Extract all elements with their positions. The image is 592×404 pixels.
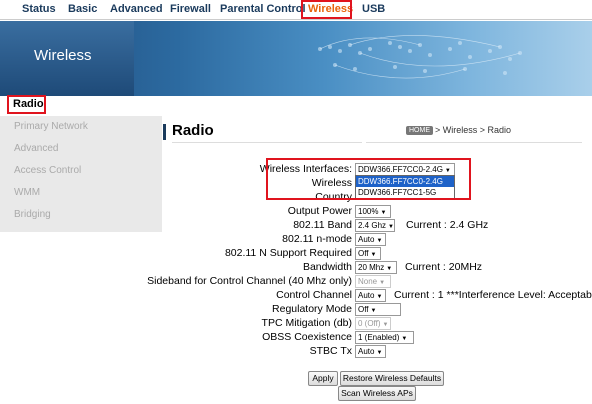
sidebar-item-bridging[interactable]: Bridging (14, 209, 51, 220)
bandwidth-current: Current : 20MHz (405, 261, 483, 273)
band-select[interactable]: 2.4 Ghz ▼ (355, 219, 395, 232)
control-channel-select[interactable]: Auto ▼ (355, 289, 386, 302)
page-title: Radio (172, 122, 214, 139)
sidebar-item-advanced[interactable]: Advanced (14, 143, 58, 154)
title-accent-bar (163, 124, 166, 140)
stbc-tx-select[interactable]: Auto ▼ (355, 345, 386, 358)
top-nav: Status Basic Advanced Firewall Parental … (0, 0, 592, 20)
output-power-select[interactable]: 100% ▼ (355, 205, 391, 218)
highlight-box-radio (7, 95, 46, 114)
n-support-select[interactable]: Off ▼ (355, 247, 381, 260)
apply-button[interactable]: Apply (308, 371, 338, 386)
regulatory-mode-label: Regulatory Mode (272, 303, 352, 315)
regulatory-mode-select[interactable]: Off ▼ (355, 303, 401, 316)
world-map-graphic (318, 35, 522, 79)
obss-coexistence-select[interactable]: 1 (Enabled) ▼ (355, 331, 414, 344)
control-channel-current: Current : 1 ***Interference Level: Accep… (394, 289, 592, 301)
bandwidth-label: Bandwidth (302, 261, 352, 273)
scan-wireless-aps-button[interactable]: Scan Wireless APs (338, 386, 416, 401)
sidebar-item-wmm[interactable]: WMM (14, 187, 40, 198)
sidebar-item-primary-network[interactable]: Primary Network (14, 121, 88, 132)
highlight-box-wireless-tab (301, 0, 352, 19)
stbc-tx-label: STBC Tx (309, 345, 352, 357)
tab-status[interactable]: Status (22, 3, 56, 15)
nmode-select[interactable]: Auto ▼ (355, 233, 386, 246)
title-divider (172, 142, 362, 143)
breadcrumb-path: > Wireless > Radio (435, 125, 512, 135)
breadcrumb-divider (366, 142, 582, 143)
tpc-mitigation-select[interactable]: 0 (Off) ▼ (355, 317, 391, 330)
n-support-label: 802.11 N Support Required (224, 247, 352, 259)
tab-usb[interactable]: USB (362, 3, 385, 15)
band-label: 802.11 Band (293, 219, 352, 231)
tab-parental-control[interactable]: Parental Control (220, 3, 306, 15)
tab-basic[interactable]: Basic (68, 3, 97, 15)
output-power-label: Output Power (287, 205, 352, 217)
sidebar-item-access-control[interactable]: Access Control (14, 165, 81, 176)
nmode-label: 802.11 n-mode (282, 233, 352, 245)
breadcrumb: HOME > Wireless > Radio (406, 125, 512, 136)
home-icon[interactable]: HOME (406, 126, 433, 136)
restore-wireless-defaults-button[interactable]: Restore Wireless Defaults (340, 371, 444, 386)
band-current: Current : 2.4 GHz (406, 219, 489, 231)
tab-firewall[interactable]: Firewall (170, 3, 211, 15)
sideband-label: Sideband for Control Channel (40 Mhz onl… (147, 275, 352, 287)
control-channel-label: Control Channel (276, 289, 352, 301)
obss-coexistence-label: OBSS Coexistence (262, 331, 352, 343)
sidebar: Primary Network Advanced Access Control … (0, 96, 162, 232)
sideband-select[interactable]: None ▼ (355, 275, 391, 288)
tab-advanced[interactable]: Advanced (110, 3, 163, 15)
banner-title: Wireless (34, 47, 92, 64)
tpc-mitigation-label: TPC Mitigation (db) (261, 317, 352, 329)
bandwidth-select[interactable]: 20 Mhz ▼ (355, 261, 397, 274)
highlight-box-wireless-interfaces (266, 158, 471, 200)
